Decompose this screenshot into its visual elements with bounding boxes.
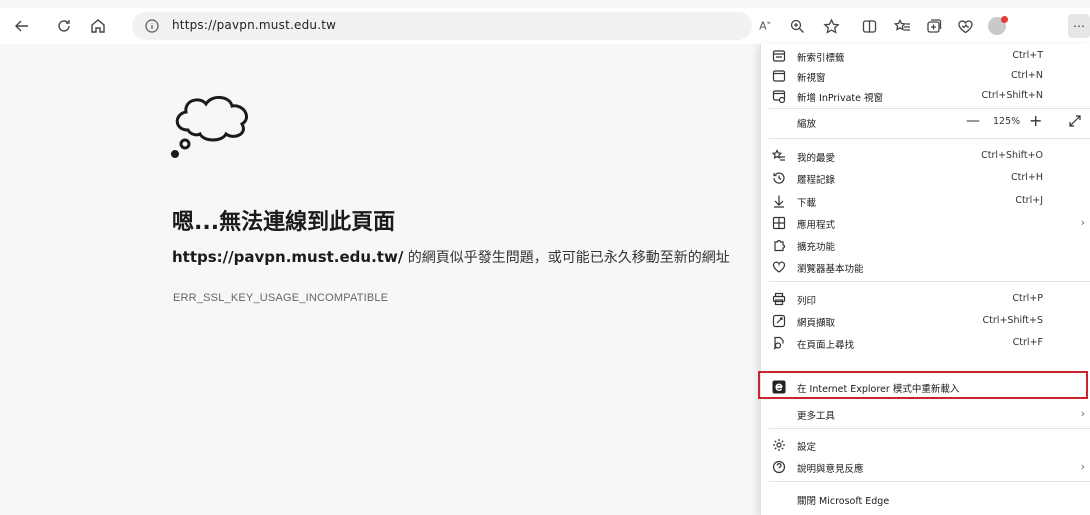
menu-item-label: 瀏覽器基本功能 [797,264,864,275]
chevron-right-icon: › [1080,407,1085,420]
menu-item-label: 網頁擷取 [797,318,836,329]
menu-item-browser-essentials[interactable]: 瀏覽器基本功能 [761,255,1090,279]
menu-item-find[interactable]: 在頁面上尋找 Ctrl+F [761,331,1090,355]
info-icon[interactable] [144,18,160,34]
error-title: 嗯...無法連線到此頁面 [172,210,396,235]
error-description: https://pavpn.must.edu.tw/ 的網頁似乎發生問題，或可能… [172,247,730,267]
address-url[interactable]: https://pavpn.must.edu.tw [172,18,336,32]
menu-item-shortcut: Ctrl+Shift+S [982,315,1043,326]
menu-item-settings[interactable]: 設定 [761,433,1090,457]
error-code: ERR_SSL_KEY_USAGE_INCOMPATIBLE [173,292,389,304]
address-bar[interactable]: https://pavpn.must.edu.tw [132,12,752,40]
menu-item-label: 在頁面上尋找 [797,340,855,351]
apps-icon [772,216,786,230]
home-icon[interactable] [84,12,112,40]
more-options-icon[interactable]: ⋯ [1068,14,1090,38]
menu-item-close-edge[interactable]: 關閉 Microsoft Edge [761,487,1090,511]
menu-divider [769,281,1090,282]
menu-item-favorites[interactable]: 我的最愛 Ctrl+Shift+O [761,144,1090,168]
menu-item-label: 關閉 Microsoft Edge [797,496,890,507]
menu-item-zoom: 縮放 — 125% + [761,110,1090,134]
highlight-box [758,371,1088,399]
menu-item-shortcut: Ctrl+N [1011,70,1043,81]
menu-item-label: 新增 InPrivate 視窗 [797,93,883,104]
menu-item-more-tools[interactable]: 更多工具 › [761,402,1090,426]
help-icon [772,460,786,474]
menu-item-history[interactable]: 履程記錄 Ctrl+H [761,166,1090,190]
add-favorite-icon[interactable] [818,14,844,38]
split-screen-icon[interactable] [856,14,882,38]
read-aloud-icon[interactable]: A» [752,14,778,38]
menu-divider [769,428,1090,429]
menu-item-label: 縮放 [797,119,817,130]
browser-essentials-icon[interactable] [952,14,978,38]
history-icon [772,171,786,185]
menu-item-label: 新視窗 [797,73,826,84]
thought-cloud-icon [171,96,248,158]
menu-item-label: 應用程式 [797,220,836,231]
download-icon [772,194,786,208]
menu-item-extensions[interactable]: 擴充功能 [761,233,1090,257]
collections-icon[interactable] [920,14,946,38]
menu-divider [769,138,1090,139]
web-capture-icon [772,314,786,328]
menu-item-shortcut: Ctrl+F [1012,337,1043,348]
menu-item-label: 新索引標籤 [797,53,845,64]
zoom-in-button[interactable]: + [1029,111,1042,130]
favorites-icon[interactable] [889,14,915,38]
menu-item-inprivate[interactable]: 新增 InPrivate 視窗 Ctrl+Shift+N [761,84,1090,108]
zoom-out-button[interactable]: — [966,113,980,129]
zoom-icon[interactable] [784,14,810,38]
extensions-icon [772,238,786,252]
menu-divider [769,481,1090,482]
menu-item-help-feedback[interactable]: 說明與意見反應 › [761,455,1090,479]
profile-avatar[interactable] [984,14,1010,38]
back-arrow-icon[interactable] [8,12,36,40]
refresh-icon[interactable] [50,12,78,40]
menu-item-label: 下載 [797,198,817,209]
menu-item-label: 列印 [797,296,817,307]
menu-divider [769,108,1090,109]
menu-item-label: 更多工具 [797,411,836,422]
favorites-icon [771,149,786,163]
error-description-text: 的網頁似乎發生問題，或可能已永久移動至新的網址 [403,250,730,266]
settings-menu: 新索引標籤 Ctrl+T 新視窗 Ctrl+N 新增 InPrivate 視窗 … [760,44,1090,515]
menu-item-shortcut: Ctrl+H [1010,172,1043,183]
error-url: https://pavpn.must.edu.tw/ [172,248,404,266]
error-page: 嗯...無法連線到此頁面 https://pavpn.must.edu.tw/ … [0,44,760,515]
menu-item-label: 我的最愛 [797,153,836,164]
menu-item-shortcut: Ctrl+T [1012,50,1043,61]
menu-item-shortcut: Ctrl+Shift+O [981,150,1043,161]
menu-item-label: 履程記錄 [797,175,836,186]
zoom-level: 125% [993,116,1021,127]
inprivate-icon [772,89,786,104]
browser-essentials-icon [772,260,786,274]
new-window-icon [772,69,786,83]
menu-item-label: 擴充功能 [797,242,836,253]
chevron-right-icon: › [1080,216,1085,229]
menu-item-label: 設定 [797,442,817,453]
menu-item-shortcut: Ctrl+P [1012,293,1043,304]
fullscreen-icon[interactable] [1068,114,1082,128]
browser-toolbar: https://pavpn.must.edu.tw A» ⋯ [0,8,1090,44]
chevron-right-icon: › [1080,460,1085,473]
new-tab-icon [772,49,786,63]
menu-item-label: 說明與意見反應 [797,464,864,475]
find-icon [772,336,786,350]
settings-icon [772,438,786,452]
print-icon [772,292,786,306]
menu-item-downloads[interactable]: 下載 Ctrl+J [761,189,1090,213]
menu-item-web-capture[interactable]: 網頁擷取 Ctrl+Shift+S [761,309,1090,333]
menu-item-shortcut: Ctrl+Shift+N [981,90,1043,101]
menu-item-print[interactable]: 列印 Ctrl+P [761,287,1090,311]
menu-item-apps[interactable]: 應用程式 › [761,211,1090,235]
menu-item-shortcut: Ctrl+J [1015,195,1043,206]
